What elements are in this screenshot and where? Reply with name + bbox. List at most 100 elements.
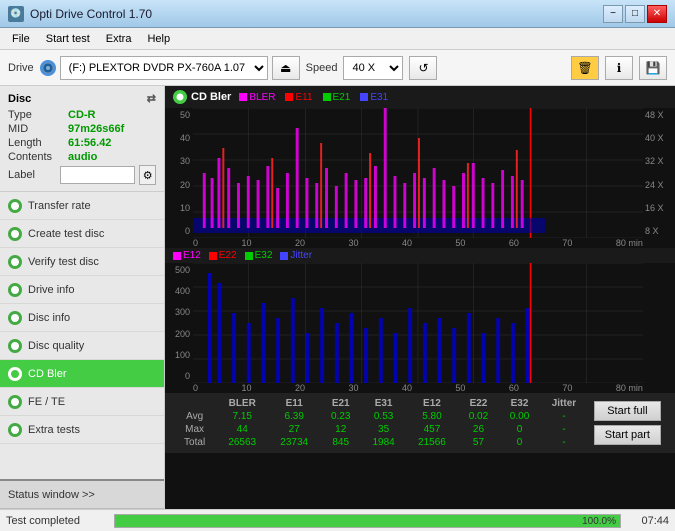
app-icon: 💿 [8,6,24,22]
menu-item-extra[interactable]: Extra [98,31,140,47]
sidebar-item-verify-test-disc[interactable]: Verify test disc [0,248,164,276]
nav-icon-extra-tests [8,423,22,437]
stats-avg-label: Avg [173,410,216,423]
sidebar-item-cd-bler[interactable]: CD Bler [0,360,164,388]
stats-avg-e22: 0.02 [458,410,499,423]
legend-e22: E22 [209,250,237,261]
disc-section-label: Disc [8,93,31,105]
chart2-right-spacer [643,263,675,383]
stats-avg-e31: 0.53 [361,410,406,423]
sidebar-item-fe-te[interactable]: FE / TE [0,388,164,416]
legend-e12-label: E12 [183,250,201,261]
drive-label: Drive [8,62,34,74]
legend-e11-label: E11 [295,92,312,103]
stats-avg-e12: 5.80 [406,410,458,423]
disc-length-row: Length 61:56.42 [8,137,156,149]
stats-max-e32: 0 [499,423,540,436]
legend-bler-label: BLER [249,92,275,103]
menu-item-help[interactable]: Help [139,31,178,47]
sidebar-item-disc-info[interactable]: Disc info [0,304,164,332]
restore-button[interactable]: □ [625,5,645,23]
stats-max-e12: 457 [406,423,458,436]
toolbar: Drive (F:) PLEXTOR DVDR PX-760A 1.07 ⏏ S… [0,50,675,86]
disc-contents-row: Contents audio [8,151,156,163]
refresh-button[interactable]: ↺ [409,56,437,80]
nav-label-fe-te: FE / TE [28,396,65,408]
window-controls: − □ ✕ [603,5,667,23]
nav-label-cd-bler: CD Bler [28,368,67,380]
stats-max-e22: 26 [458,423,499,436]
chart1-svg [193,108,643,238]
disc-mid-value: 97m26s66f [68,123,124,135]
disc-mid-label: MID [8,123,68,135]
stats-header-e11: E11 [268,397,320,410]
legend-jitter-label: Jitter [290,250,312,261]
disc-arrow-icon[interactable]: ⇄ [147,92,156,105]
nav-label-create-test-disc: Create test disc [28,228,104,240]
nav-icon-disc-quality [8,339,22,353]
stats-avg-e32: 0.00 [499,410,540,423]
disc-panel: Disc ⇄ Type CD-R MID 97m26s66f Length 61… [0,86,164,192]
status-window-item[interactable]: Status window >> [0,481,164,509]
start-part-button[interactable]: Start part [594,425,661,445]
disc-label-input[interactable] [60,166,135,184]
titlebar: 💿 Opti Drive Control 1.70 − □ ✕ [0,0,675,28]
stats-header-e32: E32 [499,397,540,410]
stats-section: BLER E11 E21 E31 E12 E22 E32 Jitter Avg … [165,393,675,453]
disc-length-value: 61:56.42 [68,137,111,149]
sidebar-item-create-test-disc[interactable]: Create test disc [0,220,164,248]
sidebar-item-extra-tests[interactable]: Extra tests [0,416,164,444]
chart2-container: 500 400 300 200 100 0 [165,263,675,383]
progress-text: 100.0% [582,515,616,529]
time-text: 07:44 [629,515,669,527]
legend-e21: E21 [323,92,351,103]
stats-max-jitter: - [540,423,588,436]
chart1-icon [173,90,187,104]
stats-total-jitter: - [540,436,588,449]
info-button[interactable]: ℹ [605,56,633,80]
disc-length-label: Length [8,137,68,149]
stats-max-label: Max [173,423,216,436]
menu-item-start-test[interactable]: Start test [38,31,98,47]
speed-select[interactable]: 40 X [343,56,403,80]
nav-icon-drive-info [8,283,22,297]
sidebar-item-transfer-rate[interactable]: Transfer rate [0,192,164,220]
eject-button[interactable]: ⏏ [272,56,300,80]
chart1-title: CD Bler [191,91,231,103]
menubar: FileStart testExtraHelp [0,28,675,50]
disc-type-value: CD-R [68,109,96,121]
legend-e31-label: E31 [370,92,388,103]
close-button[interactable]: ✕ [647,5,667,23]
progress-bar-container: 100.0% [114,514,621,528]
stats-total-e21: 845 [320,436,361,449]
disc-type-row: Type CD-R [8,109,156,121]
disc-type-label: Type [8,109,68,121]
disc-label-button[interactable]: ⚙ [139,165,156,185]
chart1-container: 50 40 30 20 10 0 [165,108,675,238]
stats-total-e31: 1984 [361,436,406,449]
legend-bler: BLER [239,92,275,103]
disc-header: Disc ⇄ [8,92,156,105]
drive-select[interactable]: (F:) PLEXTOR DVDR PX-760A 1.07 [60,56,268,80]
legend-e21-label: E21 [333,92,351,103]
start-buttons: Start full Start part [588,399,667,447]
nav-icon-create-test-disc [8,227,22,241]
eraser-button[interactable]: 🗑 [571,56,599,80]
minimize-button[interactable]: − [603,5,623,23]
chart2-legend-row: E12 E22 E32 Jitter [165,248,675,263]
sidebar-item-disc-quality[interactable]: Disc quality [0,332,164,360]
nav-icon-disc-info [8,311,22,325]
stats-total-label: Total [173,436,216,449]
menu-item-file[interactable]: File [4,31,38,47]
progress-bar-fill [115,515,620,527]
disc-mid-row: MID 97m26s66f [8,123,156,135]
stats-header-e21: E21 [320,397,361,410]
disc-label-row: Label ⚙ [8,165,156,185]
sidebar-item-drive-info[interactable]: Drive info [0,276,164,304]
drive-icon [40,60,56,76]
start-full-button[interactable]: Start full [594,401,661,421]
statusbar: Test completed 100.0% 07:44 [0,509,675,531]
stats-avg-jitter: - [540,410,588,423]
nav-label-verify-test-disc: Verify test disc [28,256,99,268]
save-button[interactable]: 💾 [639,56,667,80]
